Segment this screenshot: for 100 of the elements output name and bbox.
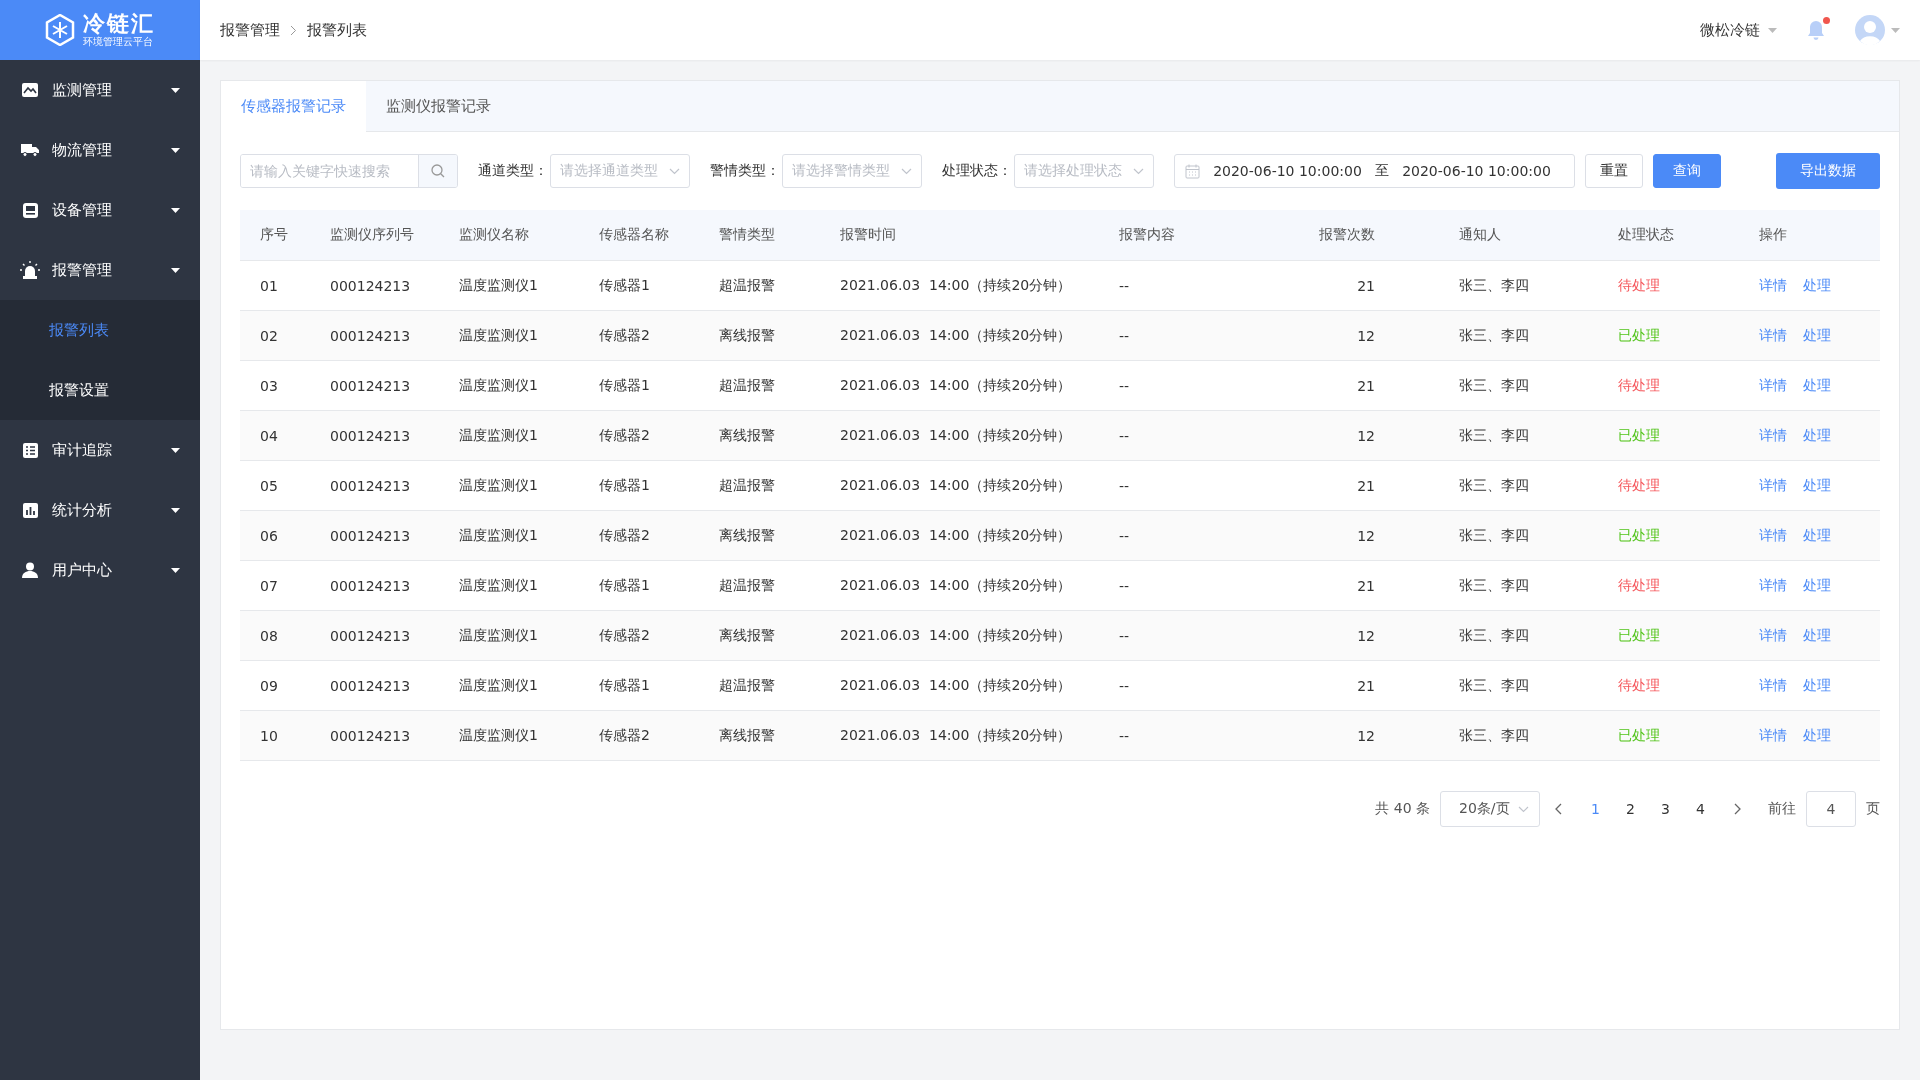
action-link[interactable]: 处理 — [1803, 526, 1831, 543]
table-cell: 12 — [1357, 627, 1375, 644]
table-cell: 张三、李四 — [1459, 576, 1529, 593]
table-cell: 传感器1 — [599, 276, 650, 293]
page-number[interactable]: 1 — [1578, 801, 1613, 817]
action-link[interactable]: 详情 — [1759, 326, 1787, 343]
action-link[interactable]: 详情 — [1759, 476, 1787, 493]
total-count: 共 40 条 — [1375, 800, 1430, 818]
column-header: 监测仪序列号 — [330, 226, 414, 242]
select-field[interactable]: 请选择警情类型 — [782, 154, 922, 188]
search-icon[interactable] — [431, 164, 445, 178]
menu-item[interactable]: 统计分析 — [0, 480, 200, 540]
menu-item[interactable]: 监测管理 — [0, 60, 200, 120]
action-link[interactable]: 处理 — [1803, 576, 1831, 593]
action-link[interactable]: 详情 — [1759, 426, 1787, 443]
action-link[interactable]: 处理 — [1803, 426, 1831, 443]
table-cell: 传感器2 — [599, 426, 650, 443]
table-cell: 超温报警 — [719, 476, 775, 493]
breadcrumb-item[interactable]: 报警管理 — [220, 20, 280, 40]
submenu-item[interactable]: 报警设置 — [0, 360, 200, 420]
jump-label: 前往 — [1768, 800, 1796, 818]
action-link[interactable]: 处理 — [1803, 276, 1831, 293]
user-name[interactable]: 微松冷链 — [1700, 20, 1760, 40]
action-link[interactable]: 处理 — [1803, 476, 1831, 493]
table-cell: 传感器1 — [599, 576, 650, 593]
caret-icon — [171, 267, 180, 273]
table-cell: -- — [1119, 277, 1130, 294]
table-cell: 10 — [260, 727, 278, 744]
filter-label: 警情类型： — [710, 162, 780, 180]
action-link[interactable]: 详情 — [1759, 626, 1787, 643]
menu-item[interactable]: 物流管理 — [0, 120, 200, 180]
table-cell: 01 — [260, 277, 278, 294]
table-cell: 张三、李四 — [1459, 726, 1529, 743]
tab[interactable]: 传感器报警记录 — [221, 81, 366, 132]
select-field[interactable]: 请选择处理状态 — [1014, 154, 1154, 188]
action-link[interactable]: 处理 — [1803, 676, 1831, 693]
action-link[interactable]: 详情 — [1759, 726, 1787, 743]
query-button[interactable]: 查询 — [1653, 154, 1721, 188]
action-link[interactable]: 详情 — [1759, 376, 1787, 393]
status-text: 已处理 — [1618, 426, 1660, 443]
search-field[interactable]: 请输入关键字快速搜索 — [240, 154, 458, 188]
bell-icon[interactable] — [1807, 20, 1825, 40]
menu-item[interactable]: 审计追踪 — [0, 420, 200, 480]
table-cell: 02 — [260, 327, 278, 344]
table-cell: 21 — [1357, 577, 1375, 594]
action-link[interactable]: 详情 — [1759, 276, 1787, 293]
page-size-select[interactable]: 20条/页 — [1440, 791, 1540, 827]
avatar-icon[interactable] — [1855, 15, 1885, 45]
select-field[interactable]: 请选择通道类型 — [550, 154, 690, 188]
action-link[interactable]: 详情 — [1759, 676, 1787, 693]
table-cell: 12 — [1357, 427, 1375, 444]
menu-item[interactable]: 报警管理 — [0, 240, 200, 300]
tab[interactable]: 监测仪报警记录 — [366, 81, 511, 131]
action-link[interactable]: 处理 — [1803, 626, 1831, 643]
table-cell: 000124213 — [330, 577, 411, 594]
device-icon — [22, 202, 38, 218]
caret-icon — [1768, 27, 1777, 33]
table-cell: 温度监测仪1 — [459, 426, 538, 443]
status-text: 已处理 — [1618, 326, 1660, 343]
table-cell: 离线报警 — [719, 526, 775, 543]
page-number[interactable]: 2 — [1613, 801, 1648, 817]
table-cell: 传感器2 — [599, 526, 650, 543]
caret-icon — [171, 87, 180, 93]
column-header: 序号 — [260, 226, 288, 242]
table-cell: 离线报警 — [719, 726, 775, 743]
submenu-item[interactable]: 报警列表 — [0, 300, 200, 360]
status-text: 待处理 — [1618, 476, 1660, 493]
table-cell: 2021.06.03 14:00（持续20分钟） — [840, 626, 1072, 643]
logo-title: 冷链汇 — [83, 13, 155, 35]
page-number[interactable]: 3 — [1648, 801, 1683, 817]
table-cell: 12 — [1357, 527, 1375, 544]
date-range-field[interactable]: 2020-06-10 10:00:00 至 2020-06-10 10:00:00 — [1174, 154, 1575, 188]
page-jump-field[interactable]: 4 — [1806, 791, 1856, 827]
page-number[interactable]: 4 — [1683, 801, 1718, 817]
action-link[interactable]: 详情 — [1759, 526, 1787, 543]
action-link[interactable]: 处理 — [1803, 376, 1831, 393]
action-link[interactable]: 处理 — [1803, 726, 1831, 743]
calendar-icon — [1185, 163, 1200, 179]
table-cell: -- — [1119, 527, 1130, 544]
menu-item[interactable]: 用户中心 — [0, 540, 200, 600]
truck-icon — [21, 143, 39, 157]
export-button[interactable]: 导出数据 — [1776, 153, 1880, 189]
table-cell: 温度监测仪1 — [459, 526, 538, 543]
column-header: 传感器名称 — [599, 226, 669, 242]
column-header: 通知人 — [1459, 226, 1501, 242]
table-cell: 张三、李四 — [1459, 376, 1529, 393]
column-header: 处理状态 — [1618, 226, 1674, 242]
table-cell: 2021.06.03 14:00（持续20分钟） — [840, 326, 1072, 343]
breadcrumb-separator-icon — [290, 24, 297, 36]
menu-item[interactable]: 设备管理 — [0, 180, 200, 240]
reset-button[interactable]: 重置 — [1585, 154, 1643, 188]
action-link[interactable]: 处理 — [1803, 326, 1831, 343]
action-link[interactable]: 详情 — [1759, 576, 1787, 593]
table-cell: 04 — [260, 427, 278, 444]
caret-icon — [171, 147, 180, 153]
status-text: 待处理 — [1618, 376, 1660, 393]
table-cell: 12 — [1357, 727, 1375, 744]
table-cell: 000124213 — [330, 727, 411, 744]
logo-icon — [45, 14, 75, 46]
user-icon — [22, 562, 38, 578]
